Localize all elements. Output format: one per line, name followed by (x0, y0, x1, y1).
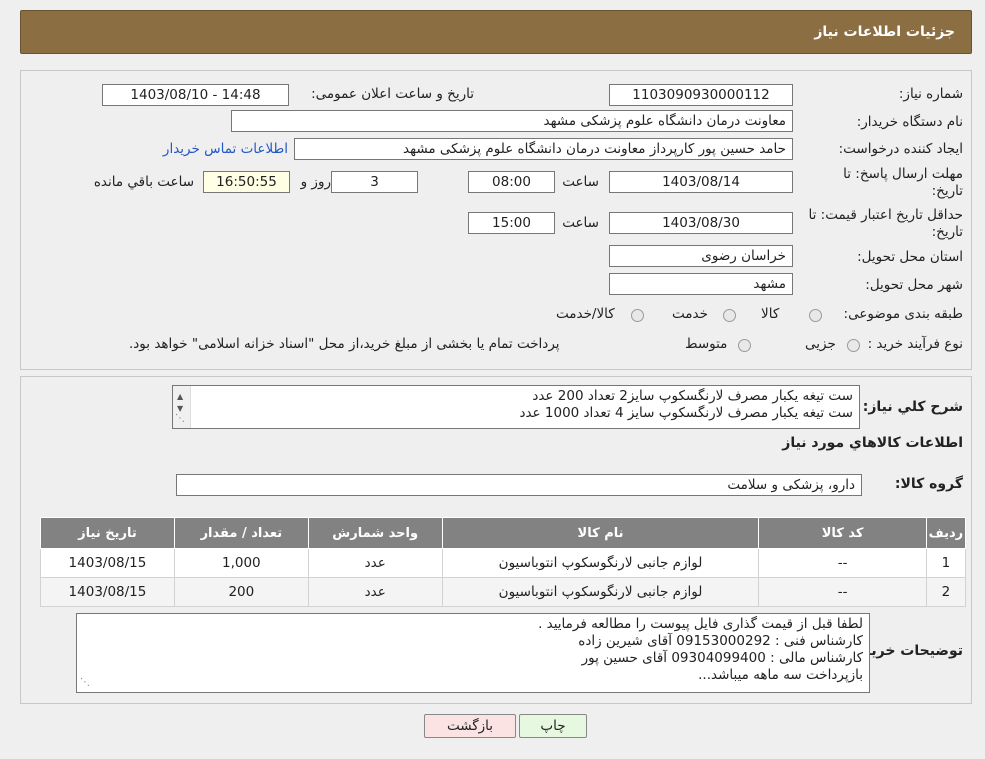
cell-item-name: لوازم جانبی لارنگوسکوپ انتوباسیون (441, 577, 760, 607)
process-label: نوع فرآیند خرید : (867, 336, 963, 352)
col-unit: واحد شمارش (307, 517, 443, 549)
days-remaining-field: 3 (331, 171, 418, 193)
table-header-row: رديف کد کالا نام کالا واحد شمارش تعداد /… (40, 517, 967, 549)
col-item-name: نام کالا (441, 517, 760, 549)
description-line: ست تیغه یکبار مصرف لارنگسکوپ سایز2 تعداد… (532, 388, 853, 404)
back-button[interactable]: بازگشت (424, 714, 516, 738)
cell-need-date: 1403/08/15 (40, 548, 175, 578)
province-field: خراسان رضوی (609, 245, 793, 267)
cell-item-code: -- (758, 548, 927, 578)
goods-group-label: گروه کالا: (894, 476, 963, 492)
col-need-date: تاریخ نیاز (40, 517, 175, 549)
remaining-time-field: 16:50:55 (203, 171, 290, 193)
category-radio-service[interactable] (723, 309, 736, 322)
deadline-time-word: ساعت (562, 174, 599, 190)
general-description-field[interactable]: ست تیغه یکبار مصرف لارنگسکوپ سایز2 تعداد… (172, 385, 860, 429)
general-description-label: شرح کلي نياز: (862, 399, 963, 415)
category-option-service: خدمت (672, 306, 708, 322)
cell-row-number: 2 (925, 577, 967, 607)
cell-unit: عدد (307, 577, 443, 607)
cell-row-number: 1 (925, 548, 967, 578)
announce-field: 1403/08/10 - 14:48 (102, 84, 289, 106)
creator-field: حامد حسین پور کارپرداز معاونت درمان دانش… (294, 138, 793, 160)
deadline-date-field: 1403/08/14 (609, 171, 793, 193)
col-quantity: تعداد / مقدار (173, 517, 309, 549)
days-word: روز و (300, 174, 331, 190)
description-line: ست تیغه یکبار مصرف لارنگسکوپ سایز 4 تعدا… (519, 405, 853, 421)
items-section-title: اطلاعات کالاهاي مورد نياز (782, 435, 963, 451)
category-option-goods: کالا (761, 306, 780, 322)
process-note: پرداخت تمام یا بخشی از مبلغ خرید،از محل … (129, 336, 560, 352)
province-label: استان محل تحویل: (857, 249, 963, 265)
validity-date-field: 1403/08/30 (609, 212, 793, 234)
need-number-label: شماره نیاز: (898, 86, 963, 102)
category-label: طبقه بندی موضوعی: (843, 306, 963, 322)
validity-time-word: ساعت (562, 215, 599, 231)
remaining-word: ساعت باقي مانده (93, 174, 194, 190)
category-radio-goods-service[interactable] (631, 309, 644, 322)
cell-item-name: لوازم جانبی لارنگوسکوپ انتوباسیون (441, 548, 760, 578)
print-button[interactable]: چاپ (519, 714, 587, 738)
category-radio-goods[interactable] (809, 309, 822, 322)
col-row-number: رديف (925, 517, 967, 549)
buyer-org-label: نام دستگاه خریدار: (856, 114, 963, 130)
page-header: جزئیات اطلاعات نیاز (20, 10, 972, 54)
table-row: 1 -- لوازم جانبی لارنگوسکوپ انتوباسیون ع… (40, 548, 967, 578)
process-radio-minor[interactable] (847, 339, 860, 352)
goods-group-field: دارو، پزشکی و سلامت (176, 474, 862, 496)
process-option-minor: جزیی (805, 336, 836, 352)
notes-line: کارشناس مالی : 09304099400 آقای حسین پور (581, 650, 863, 666)
cell-unit: عدد (307, 548, 443, 578)
city-field: مشهد (609, 273, 793, 295)
category-option-goods-service: کالا/خدمت (556, 306, 615, 322)
notes-line: لطفا قبل از قیمت گذاری فایل پیوست را مطا… (538, 616, 863, 632)
creator-label: ایجاد کننده درخواست: (838, 141, 963, 157)
items-table: رديف کد کالا نام کالا واحد شمارش تعداد /… (40, 517, 967, 607)
need-number-field: 1103090930000112 (609, 84, 793, 106)
process-radio-medium[interactable] (738, 339, 751, 352)
buyer-notes-field[interactable]: لطفا قبل از قیمت گذاری فایل پیوست را مطا… (76, 613, 870, 693)
cell-quantity: 1,000 (173, 548, 309, 578)
resize-grip-icon[interactable]: ⋰ (80, 674, 90, 691)
col-item-code: کد کالا (758, 517, 927, 549)
cell-need-date: 1403/08/15 (40, 577, 175, 607)
notes-line: کارشناس فنی : 09153000292 آقای شیرین زاد… (578, 633, 863, 649)
deadline-label: مهلت ارسال پاسخ: تا تاریخ: (843, 166, 963, 199)
need-details-panel: شماره نیاز: 1103090930000112 تاریخ و ساع… (20, 70, 972, 370)
city-label: شهر محل تحویل: (865, 277, 963, 293)
buyer-contact-link[interactable]: اطلاعات تماس خریدار (163, 141, 288, 157)
items-panel: شرح کلي نياز: ست تیغه یکبار مصرف لارنگسک… (20, 376, 972, 704)
deadline-time-field: 08:00 (468, 171, 555, 193)
notes-line: بازپرداخت سه ماهه میباشد... (698, 667, 863, 683)
announce-label: تاریخ و ساعت اعلان عمومی: (311, 86, 474, 102)
cell-item-code: -- (758, 577, 927, 607)
validity-label: حداقل تاریخ اعتبار قیمت: تا تاریخ: (808, 207, 963, 240)
page-title: جزئیات اطلاعات نیاز (814, 24, 955, 40)
cell-quantity: 200 (173, 577, 309, 607)
resize-grip-icon[interactable]: ⋰ (175, 410, 185, 427)
table-row: 2 -- لوازم جانبی لارنگوسکوپ انتوباسیون ع… (40, 577, 967, 607)
buyer-org-field: معاونت درمان دانشگاه علوم پزشکی مشهد (231, 110, 793, 132)
validity-time-field: 15:00 (468, 212, 555, 234)
process-option-medium: متوسط (685, 336, 728, 352)
